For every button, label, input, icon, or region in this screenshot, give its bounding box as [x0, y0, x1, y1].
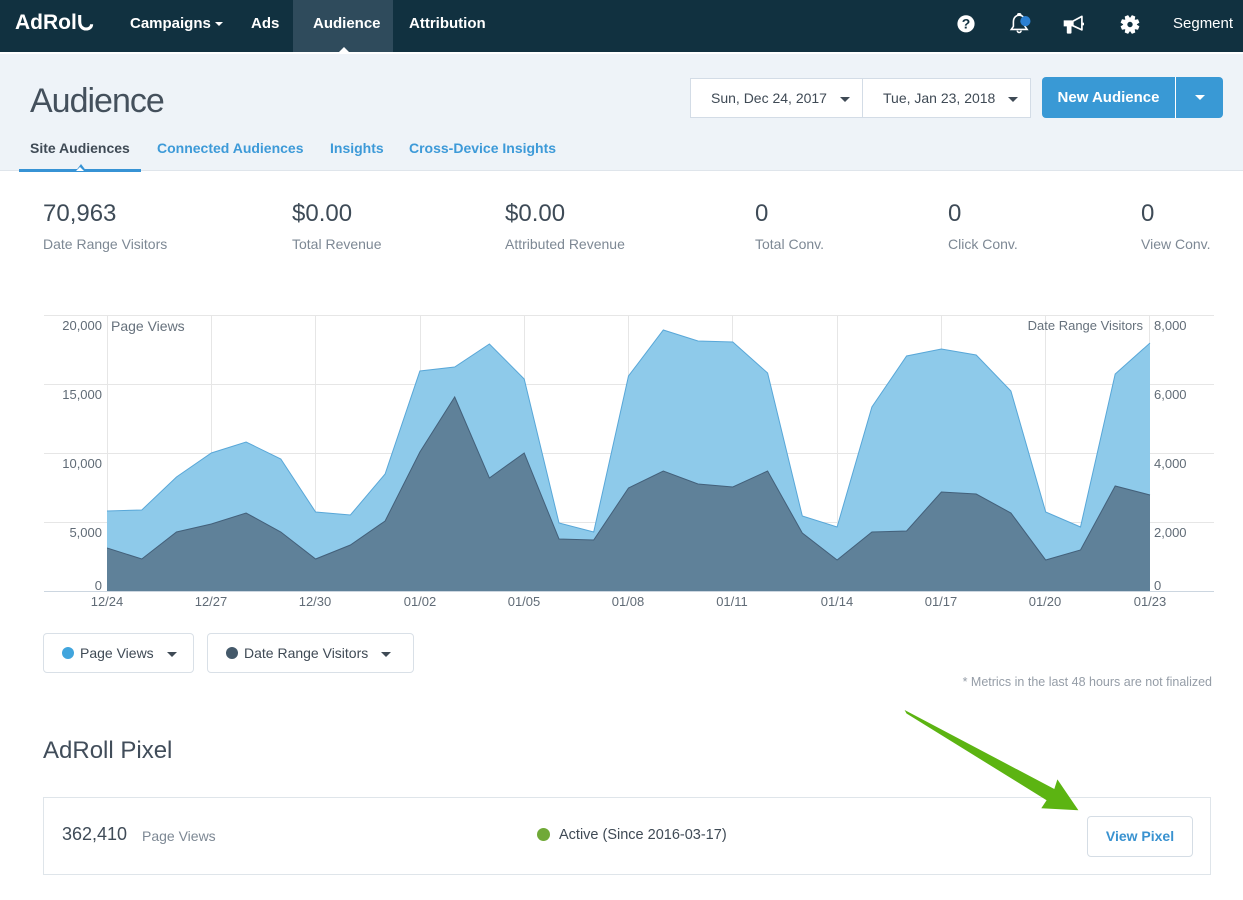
svg-text:AdRol: AdRol	[15, 11, 77, 34]
svg-text:?: ?	[962, 16, 971, 32]
